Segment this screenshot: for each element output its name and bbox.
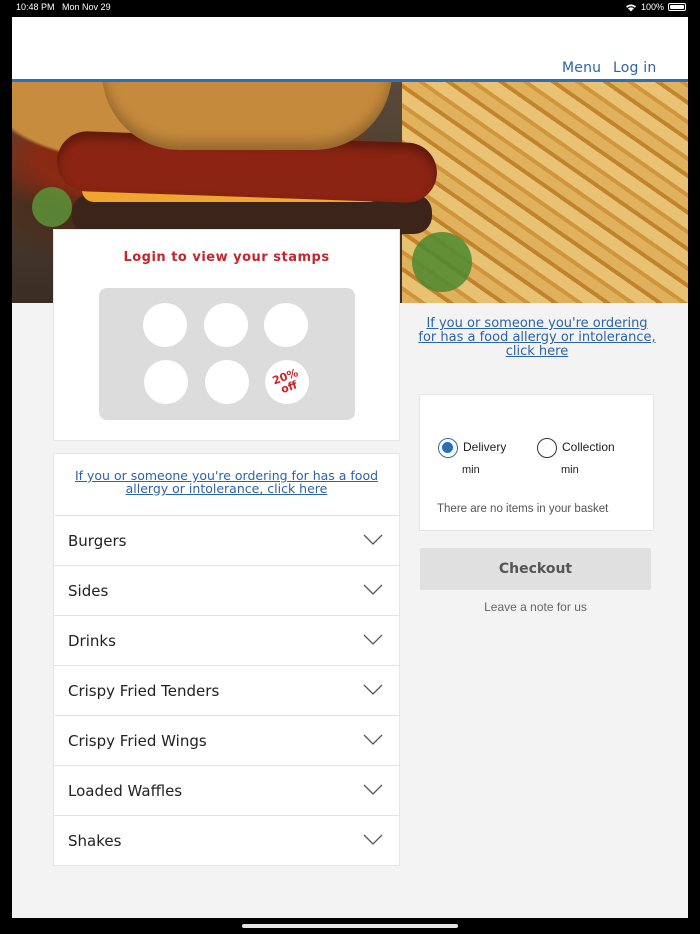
category-label: Sides	[68, 581, 109, 600]
menu-link[interactable]: Menu	[562, 60, 601, 76]
stamp-slot	[143, 303, 187, 347]
basket-card: Delivery min Collection min There are no…	[419, 394, 654, 531]
battery-icon	[668, 3, 686, 11]
category-label: Crispy Fried Wings	[68, 731, 207, 750]
collection-label[interactable]: Collection	[562, 440, 615, 454]
checkout-button[interactable]: Checkout	[420, 548, 651, 590]
stamp-slot	[264, 303, 308, 347]
menu-categories-card: If you or someone you're ordering for ha…	[53, 453, 400, 866]
stamp-slot	[205, 360, 249, 404]
chevron-down-icon	[363, 584, 383, 595]
battery-percent: 100%	[640, 2, 664, 12]
delivery-time: min	[462, 464, 480, 476]
category-row-shakes[interactable]: Shakes	[54, 816, 399, 866]
wifi-icon	[625, 3, 637, 12]
category-label: Loaded Waffles	[68, 781, 183, 800]
login-link[interactable]: Log in	[613, 60, 656, 76]
category-label: Shakes	[68, 832, 122, 850]
delivery-radio[interactable]	[438, 438, 458, 458]
lettuce-graphic	[32, 187, 72, 227]
empty-basket-text: There are no items in your basket	[437, 503, 609, 515]
category-row-tenders[interactable]: Crispy Fried Tenders	[54, 666, 399, 716]
category-row-wings[interactable]: Crispy Fried Wings	[54, 716, 399, 766]
chevron-down-icon	[363, 634, 383, 645]
lettuce-graphic	[412, 232, 472, 292]
category-label: Burgers	[68, 531, 127, 550]
category-label: Crispy Fried Tenders	[68, 681, 220, 700]
chevron-down-icon	[363, 684, 383, 695]
allergy-link[interactable]: If you or someone you're ordering for ha…	[54, 454, 399, 516]
delivery-label[interactable]: Delivery	[463, 440, 506, 454]
stamp-reward: 20% off	[265, 360, 309, 404]
allergy-link[interactable]: If you or someone you're ordering for ha…	[417, 317, 657, 359]
reward-text: 20% off	[270, 366, 300, 397]
top-header: Menu Log in	[12, 17, 688, 82]
leave-note-link[interactable]: Leave a note for us	[420, 600, 651, 614]
category-row-burgers[interactable]: Burgers	[54, 516, 399, 566]
category-row-drinks[interactable]: Drinks	[54, 616, 399, 666]
category-row-sides[interactable]: Sides	[54, 566, 399, 616]
stamp-slot	[144, 360, 188, 404]
category-label: Drinks	[68, 631, 116, 650]
stamps-card: Login to view your stamps 20% off	[53, 229, 400, 441]
chevron-down-icon	[363, 834, 383, 845]
home-indicator[interactable]	[242, 924, 458, 928]
chevron-down-icon	[363, 734, 383, 745]
status-bar: 10:48 PM Mon Nov 29 100%	[0, 0, 700, 16]
collection-time: min	[561, 464, 579, 476]
stamp-slot	[204, 303, 248, 347]
collection-radio[interactable]	[537, 438, 557, 458]
chevron-down-icon	[363, 784, 383, 795]
status-time: 10:48 PM Mon Nov 29	[16, 2, 111, 12]
stamp-board: 20% off	[99, 288, 355, 420]
stamps-login-prompt[interactable]: Login to view your stamps	[54, 250, 399, 265]
bun-graphic	[102, 82, 392, 150]
status-right: 100%	[625, 2, 686, 12]
chevron-down-icon	[363, 534, 383, 545]
category-row-waffles[interactable]: Loaded Waffles	[54, 766, 399, 816]
app-screen: Menu Log in Login to view your stamps 20…	[12, 17, 688, 918]
